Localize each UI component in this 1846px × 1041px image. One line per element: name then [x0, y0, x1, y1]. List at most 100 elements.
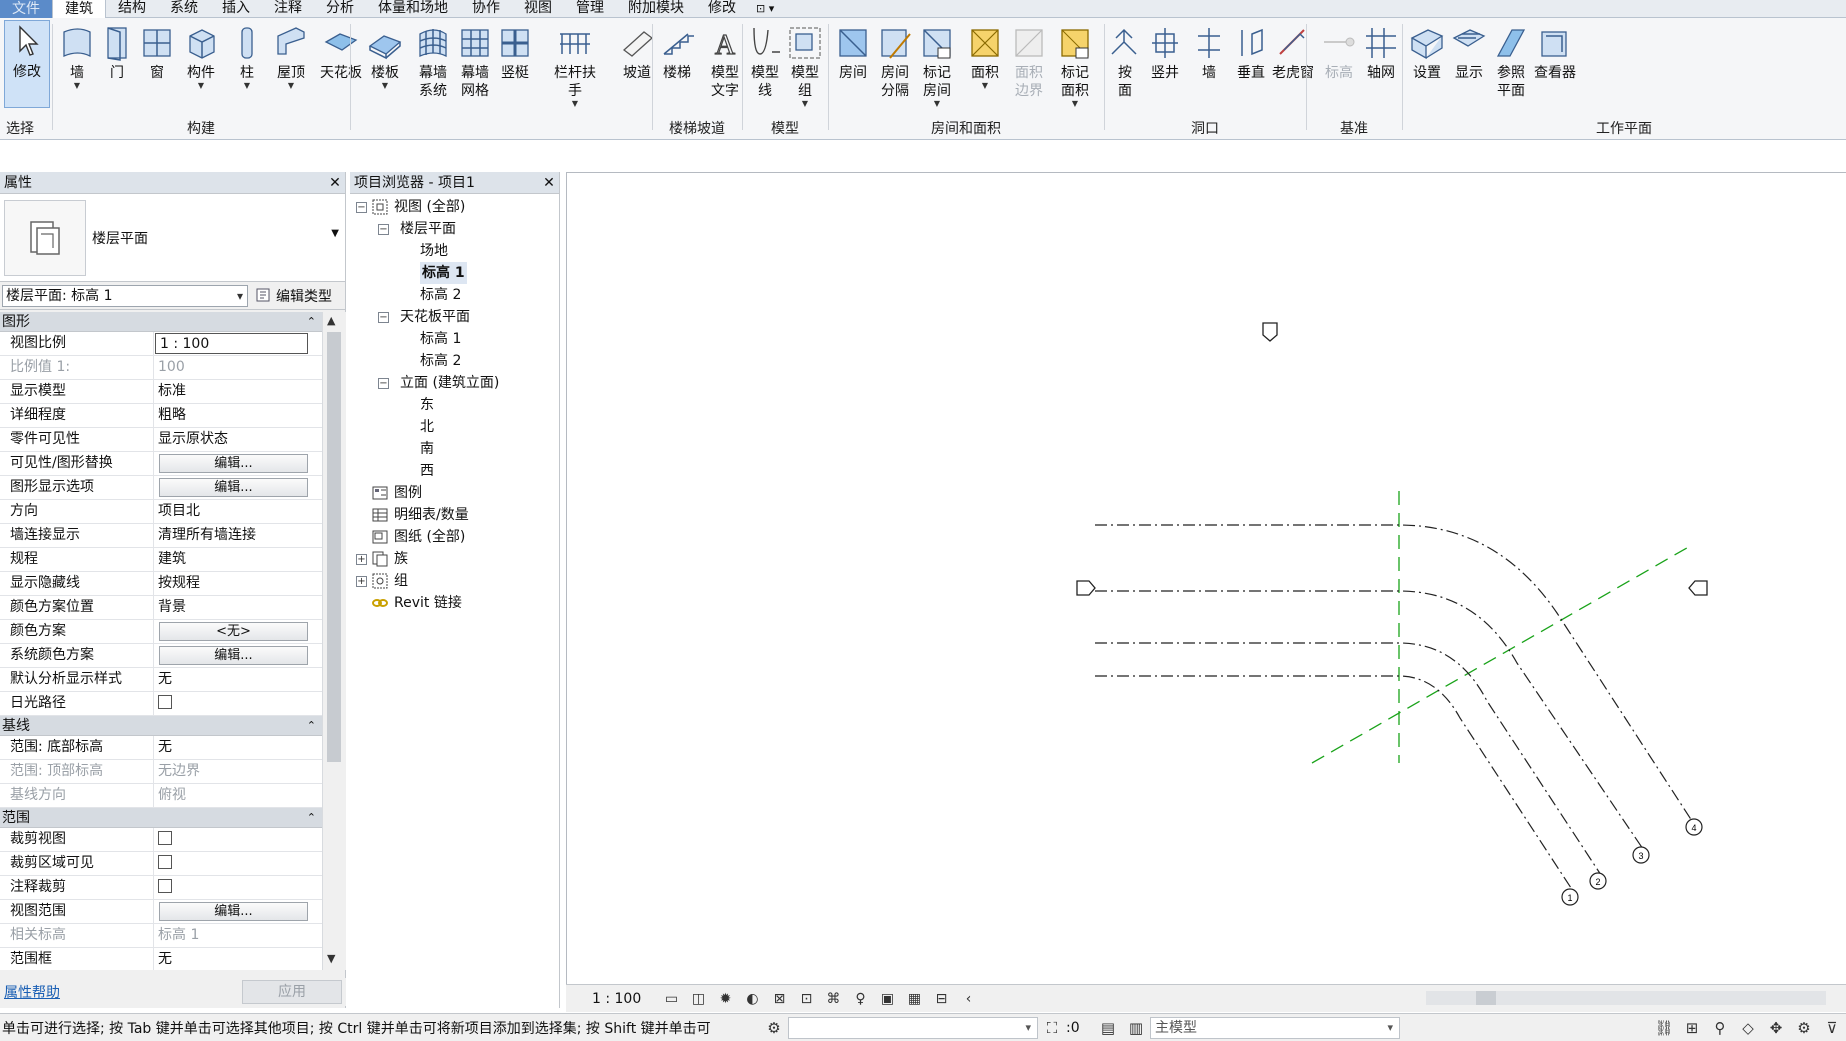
- collapse-icon[interactable]: ⌃: [307, 716, 316, 736]
- tab-4[interactable]: 注释: [262, 0, 314, 17]
- close-icon[interactable]: ✕: [539, 172, 559, 193]
- browser-node[interactable]: + 组: [350, 570, 560, 592]
- property-value[interactable]: 无: [154, 948, 322, 970]
- apply-button[interactable]: 应用: [242, 980, 342, 1004]
- analytical-model-icon[interactable]: ▦: [901, 989, 928, 1009]
- collapse-icon[interactable]: ⌃: [307, 312, 316, 332]
- grid-bubble-3[interactable]: 3: [1632, 846, 1650, 864]
- property-value[interactable]: 显示原状态: [154, 428, 322, 451]
- chevron-down-icon[interactable]: ▼: [1072, 100, 1078, 108]
- chevron-down-icon[interactable]: ▼: [244, 82, 250, 90]
- collapse-icon[interactable]: −: [378, 224, 389, 235]
- collapse-icon[interactable]: −: [378, 378, 389, 389]
- browser-node[interactable]: 图纸 (全部): [350, 526, 560, 548]
- tab-3[interactable]: 插入: [210, 0, 262, 17]
- area-boundary-button[interactable]: 面积 边界: [1004, 22, 1054, 106]
- browser-node[interactable]: 标高 1: [350, 328, 560, 350]
- property-section-header[interactable]: 图形 ⌃: [0, 312, 322, 332]
- browser-node[interactable]: 东: [350, 394, 560, 416]
- floor-button[interactable]: 楼板 ▼: [360, 22, 410, 106]
- grid-button[interactable]: 轴网: [1356, 22, 1406, 106]
- worksets-icon[interactable]: ⚙: [760, 1017, 788, 1039]
- chevron-down-icon[interactable]: ▼: [934, 100, 940, 108]
- property-checkbox[interactable]: [158, 879, 172, 893]
- tab-file[interactable]: 文件: [0, 0, 52, 18]
- property-value[interactable]: 清理所有墙连接: [154, 524, 322, 547]
- grid-line-4[interactable]: [1095, 524, 1693, 822]
- lock-3d-icon[interactable]: ▣: [874, 989, 901, 1009]
- temporary-hide-icon[interactable]: ⌘: [820, 989, 847, 1009]
- roof-button[interactable]: 屋顶 ▼: [266, 22, 316, 106]
- tab-overflow-dropdown[interactable]: ⊡ ▾: [748, 0, 782, 18]
- browser-node[interactable]: Revit 链接: [350, 592, 560, 614]
- grid-line-3[interactable]: [1095, 590, 1644, 850]
- chevron-down-icon[interactable]: ▼: [572, 100, 578, 108]
- tab-9[interactable]: 管理: [564, 0, 616, 17]
- property-edit-button[interactable]: 编辑...: [159, 902, 308, 921]
- property-value[interactable]: 粗略: [154, 404, 322, 427]
- chevron-down-icon[interactable]: ▼: [982, 82, 988, 90]
- crop-view-icon[interactable]: ⊠: [766, 989, 793, 1009]
- crop-region-icon[interactable]: ⊡: [793, 989, 820, 1009]
- visual-style-icon[interactable]: ◫: [685, 989, 712, 1009]
- select-links-icon[interactable]: ⛓: [1650, 1017, 1678, 1039]
- browser-node[interactable]: − 立面 (建筑立面): [350, 372, 560, 394]
- grid-bubble-1[interactable]: 1: [1561, 888, 1579, 906]
- tab-5[interactable]: 分析: [314, 0, 366, 17]
- tab-2[interactable]: 系统: [158, 0, 210, 17]
- property-edit-button[interactable]: 编辑...: [159, 646, 308, 665]
- property-value[interactable]: 无: [154, 736, 322, 759]
- component-button[interactable]: 构件 ▼: [176, 22, 226, 106]
- ref-plane-button[interactable]: 参照 平面: [1486, 22, 1536, 106]
- property-edit-button[interactable]: <无>: [159, 622, 308, 641]
- tab-0[interactable]: 建筑: [52, 0, 106, 18]
- edit-type-button[interactable]: 编辑类型: [256, 286, 332, 306]
- property-checkbox[interactable]: [158, 695, 172, 709]
- shadows-icon[interactable]: ◐: [739, 989, 766, 1009]
- property-edit-button[interactable]: 编辑...: [159, 478, 308, 497]
- chevron-left-icon[interactable]: ‹: [955, 989, 982, 1009]
- floor-plan-drawing[interactable]: 1 2 3 4: [567, 173, 1846, 985]
- highlight-displacement-icon[interactable]: ⊟: [928, 989, 955, 1009]
- collapse-icon[interactable]: ⌃: [307, 808, 316, 828]
- ribbon-group-select[interactable]: 选择: [6, 118, 50, 138]
- stair-button[interactable]: 楼梯: [652, 22, 702, 106]
- tab-11[interactable]: 修改: [696, 0, 748, 17]
- design-option-dropdown[interactable]: 主模型: [1150, 1016, 1400, 1039]
- browser-node[interactable]: 标高 1: [350, 262, 560, 284]
- chevron-down-icon[interactable]: ▼: [382, 82, 388, 90]
- chevron-down-icon[interactable]: ▼: [288, 82, 294, 90]
- sun-path-icon[interactable]: ✹: [712, 989, 739, 1009]
- tab-7[interactable]: 协作: [460, 0, 512, 17]
- design-options-icon[interactable]: ▤: [1094, 1017, 1122, 1039]
- ribbon-group-room_area[interactable]: 房间和面积: [828, 118, 1104, 138]
- collapse-icon[interactable]: −: [378, 312, 389, 323]
- property-value[interactable]: 按规程: [154, 572, 322, 595]
- area-button[interactable]: 面积 ▼: [960, 22, 1010, 106]
- elevation-marker-east[interactable]: [1688, 580, 1708, 596]
- tab-1[interactable]: 结构: [106, 0, 158, 17]
- property-value[interactable]: 标准: [154, 380, 322, 403]
- scrollbar-thumb[interactable]: [1476, 991, 1496, 1005]
- chevron-down-icon[interactable]: ▼: [198, 82, 204, 90]
- elevation-marker-west[interactable]: [1076, 580, 1096, 596]
- select-by-face-icon[interactable]: ◇: [1734, 1017, 1762, 1039]
- tab-6[interactable]: 体量和场地: [366, 0, 460, 17]
- shaft-button[interactable]: 竖井: [1140, 22, 1190, 106]
- column-button[interactable]: 柱 ▼: [222, 22, 272, 106]
- window-button[interactable]: 窗: [132, 22, 182, 106]
- reference-plane-diagonal[interactable]: [1311, 544, 1693, 764]
- tag-area-button[interactable]: 标记 面积 ▼: [1050, 22, 1100, 108]
- instance-filter-dropdown[interactable]: 楼层平面: 标高 1: [2, 284, 248, 307]
- chevron-down-icon[interactable]: ▼: [74, 82, 80, 90]
- drawing-canvas[interactable]: 1 2 3 4: [566, 172, 1846, 984]
- scrollbar-thumb[interactable]: [327, 332, 341, 762]
- elevation-marker-north[interactable]: [1262, 322, 1278, 342]
- reveal-hidden-icon[interactable]: ♀: [847, 989, 874, 1009]
- browser-node[interactable]: 图例: [350, 482, 560, 504]
- collapse-icon[interactable]: −: [356, 202, 367, 213]
- grid-bubble-4[interactable]: 4: [1685, 818, 1703, 836]
- property-checkbox[interactable]: [158, 855, 172, 869]
- mullion-button[interactable]: 竖梃: [490, 22, 540, 106]
- browser-node[interactable]: 场地: [350, 240, 560, 262]
